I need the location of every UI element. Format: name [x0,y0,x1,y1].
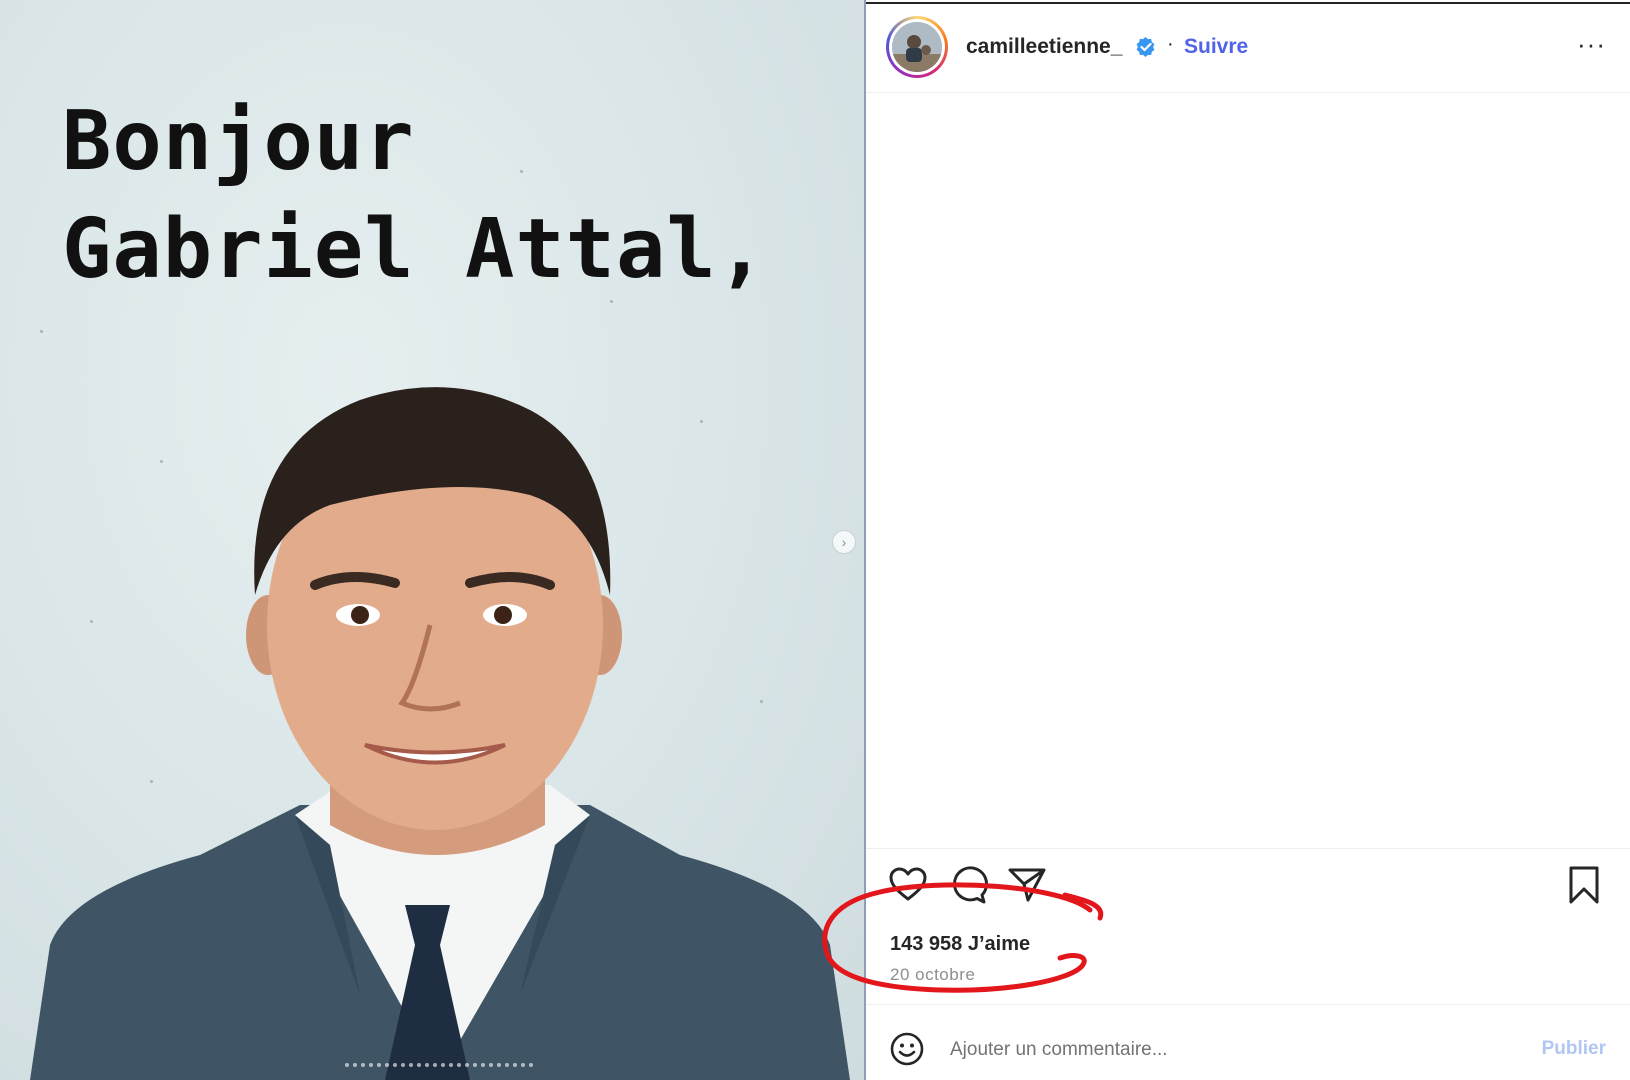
bookmark-icon[interactable] [1564,865,1604,905]
action-bar [866,865,1630,913]
post-header: camilleetienne_ · Suivre ··· [866,4,1630,93]
post-date[interactable]: 20 octobre [890,965,975,985]
post-panel: camilleetienne_ · Suivre ··· 143 958 J’a… [864,0,1630,1080]
avatar [892,22,942,72]
texture-speck [40,330,43,333]
publish-button[interactable]: Publier [1542,1038,1606,1060]
follow-button[interactable]: Suivre [1184,35,1248,59]
comment-icon[interactable] [948,865,988,905]
avatar-photo [892,22,942,72]
divider [866,1004,1630,1005]
next-slide-button[interactable]: › [832,530,856,554]
comment-input[interactable] [950,1034,1510,1066]
divider [866,848,1630,849]
post-greeting: Bonjour Gabriel Attal, [62,88,767,304]
greeting-line-2: Gabriel Attal, [62,202,768,297]
like-count[interactable]: 143 958 J’aime [890,933,1030,956]
carousel-dots [345,1063,533,1067]
post-media[interactable]: Bonjour Gabriel Attal, › [0,0,864,1080]
send-icon[interactable] [1007,865,1047,905]
story-ring[interactable] [886,16,948,78]
verified-badge-icon [1136,37,1155,57]
portrait-photo [30,387,850,1080]
more-options-icon[interactable]: ··· [1577,31,1606,57]
emoji-icon[interactable] [890,1032,924,1066]
username-link[interactable]: camilleetienne_ [966,35,1122,59]
heart-icon[interactable] [888,865,928,905]
separator-dot: · [1167,33,1174,55]
comments-area[interactable] [866,93,1630,845]
greeting-line-1: Bonjour [62,94,415,189]
